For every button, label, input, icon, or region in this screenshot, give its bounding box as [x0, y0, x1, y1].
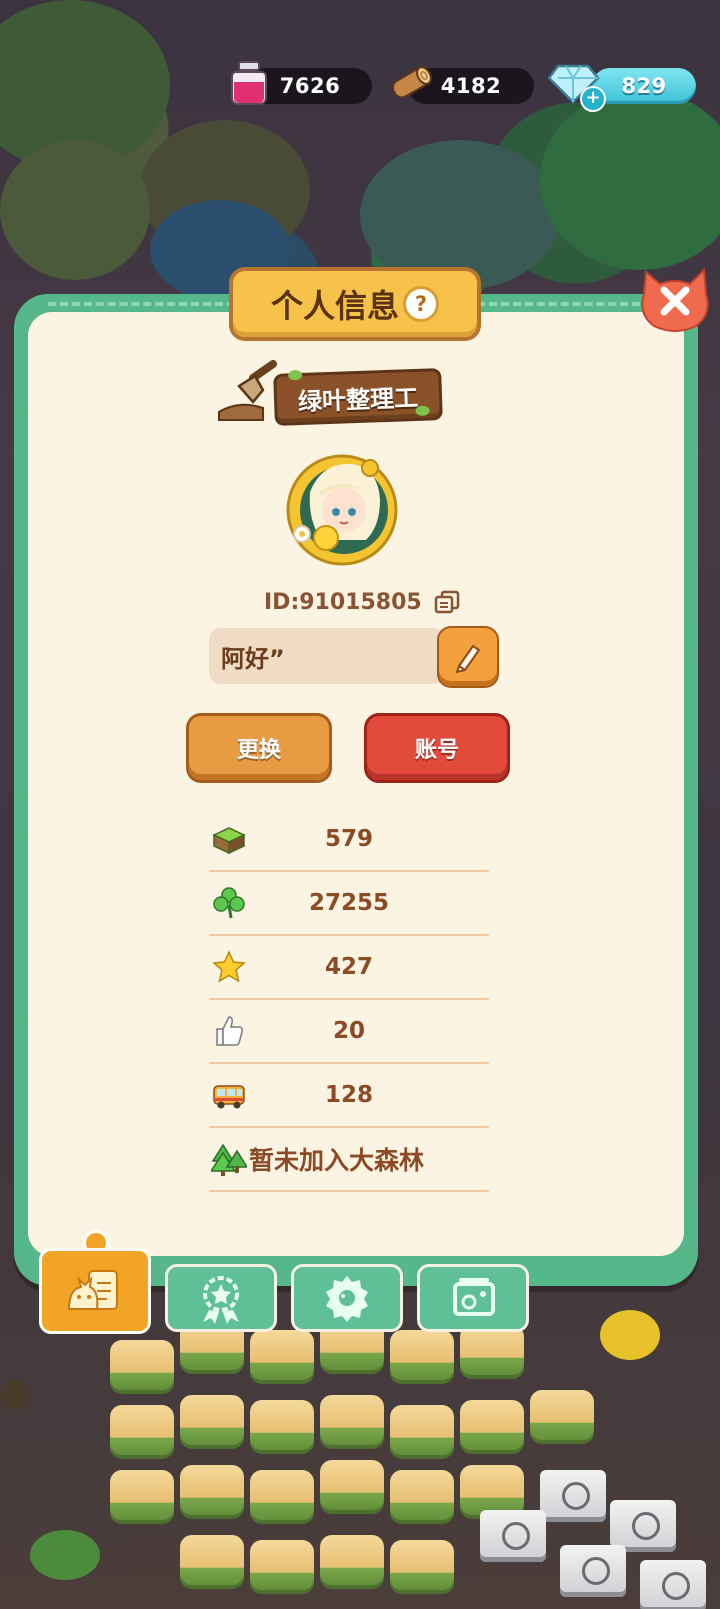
bus-icon	[213, 1085, 245, 1109]
help-button[interactable]: ?	[403, 286, 439, 322]
thumbs-up-icon	[216, 1016, 243, 1046]
stat-row-bus: 128	[209, 1064, 489, 1128]
stat-value: 427	[324, 954, 373, 980]
tab-settings[interactable]	[291, 1264, 403, 1332]
change-avatar-button[interactable]: 更换	[189, 716, 329, 780]
copy-icon[interactable]	[434, 590, 460, 614]
settings-gear-icon	[326, 1276, 368, 1322]
nickname: 阿好”	[221, 644, 285, 673]
stat-row-forest[interactable]: 暂未加入大森林	[209, 1128, 489, 1192]
flower-badge-icon	[203, 1276, 239, 1324]
add-gem-button[interactable]: +	[580, 86, 606, 112]
profile-card-icon	[67, 1270, 118, 1310]
account-button[interactable]: 账号	[367, 716, 507, 780]
nickname-field[interactable]: 阿好”	[209, 628, 445, 684]
close-button[interactable]	[636, 264, 714, 334]
stat-row-star: 427	[209, 936, 489, 1000]
clover-icon	[213, 887, 245, 919]
stat-value: 20	[332, 1018, 365, 1044]
forest-status: 暂未加入大森林	[249, 1146, 425, 1175]
photo-album-icon	[453, 1278, 495, 1316]
stat-row-grass: 579	[209, 808, 489, 872]
potion-count: 7626	[279, 74, 341, 98]
player-id-row: ID:91015805	[264, 584, 460, 620]
tab-achievements[interactable]	[165, 1264, 277, 1332]
stat-row-likes: 20	[209, 1000, 489, 1064]
star-icon	[212, 950, 246, 983]
pencil-icon	[455, 644, 481, 674]
tab-album[interactable]	[417, 1264, 529, 1332]
grass-block-icon	[212, 827, 246, 855]
stat-value: 128	[324, 1082, 373, 1108]
panel-title-plate: 个人信息 ?	[233, 271, 477, 337]
player-id: ID:91015805	[264, 589, 422, 615]
stat-value: 579	[324, 826, 373, 852]
rank-title: 绿叶整理工	[276, 371, 440, 423]
close-icon	[641, 267, 709, 332]
wood-count: 4182	[440, 74, 502, 98]
tab-profile[interactable]	[39, 1248, 151, 1334]
gem-count: 829	[621, 74, 667, 98]
potion-jar-icon	[231, 61, 267, 105]
panel-title: 个人信息	[270, 287, 399, 325]
avatar-portrait	[286, 454, 398, 566]
rank-badge: 绿叶整理工	[213, 360, 449, 430]
stat-value: 27255	[308, 890, 390, 916]
stat-row-clover: 27255	[209, 872, 489, 936]
stats-list: 579 27255 427 20 128 暂未加入大森林	[209, 808, 489, 1192]
forest-icon	[211, 1143, 247, 1176]
wood-log-icon	[391, 66, 432, 99]
avatar[interactable]	[282, 452, 402, 568]
edit-nickname-button[interactable]	[439, 628, 497, 686]
gem-counter[interactable]: 829	[592, 68, 696, 104]
